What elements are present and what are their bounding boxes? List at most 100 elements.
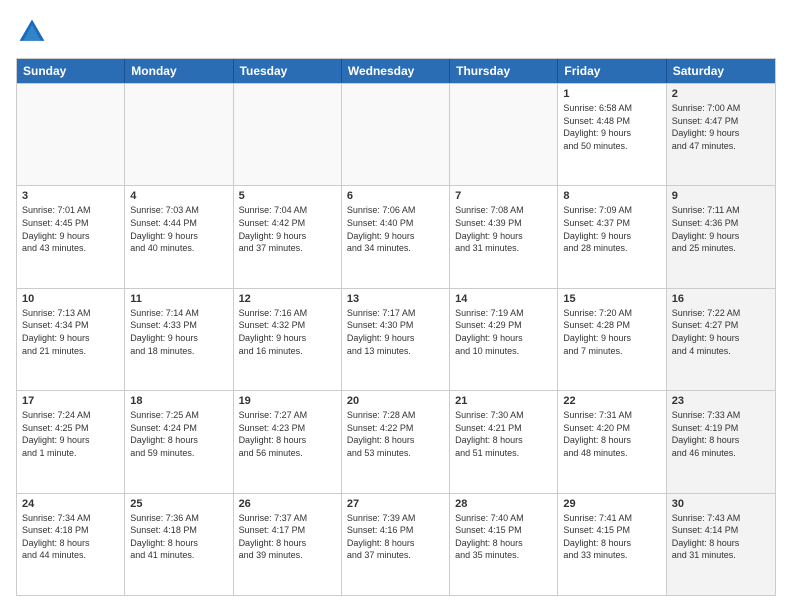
cell-info: Sunrise: 7:17 AM Sunset: 4:30 PM Dayligh… bbox=[347, 307, 444, 357]
cell-info: Sunrise: 7:16 AM Sunset: 4:32 PM Dayligh… bbox=[239, 307, 336, 357]
day-number: 29 bbox=[563, 498, 660, 510]
cell-info: Sunrise: 7:01 AM Sunset: 4:45 PM Dayligh… bbox=[22, 204, 119, 254]
cell-info: Sunrise: 7:24 AM Sunset: 4:25 PM Dayligh… bbox=[22, 409, 119, 459]
cal-header-cell: Saturday bbox=[667, 59, 775, 83]
cal-cell bbox=[342, 84, 450, 185]
cal-cell bbox=[17, 84, 125, 185]
cell-info: Sunrise: 7:40 AM Sunset: 4:15 PM Dayligh… bbox=[455, 512, 552, 562]
cell-info: Sunrise: 7:39 AM Sunset: 4:16 PM Dayligh… bbox=[347, 512, 444, 562]
cal-header-cell: Wednesday bbox=[342, 59, 450, 83]
cell-info: Sunrise: 7:43 AM Sunset: 4:14 PM Dayligh… bbox=[672, 512, 770, 562]
day-number: 23 bbox=[672, 395, 770, 407]
cal-cell: 3 Sunrise: 7:01 AM Sunset: 4:45 PM Daylig… bbox=[17, 186, 125, 287]
day-number: 25 bbox=[130, 498, 227, 510]
cell-info: Sunrise: 7:34 AM Sunset: 4:18 PM Dayligh… bbox=[22, 512, 119, 562]
cal-cell: 7Sunrise: 7:08 AM Sunset: 4:39 PM Daylig… bbox=[450, 186, 558, 287]
cell-info: Sunrise: 7:13 AM Sunset: 4:34 PM Dayligh… bbox=[22, 307, 119, 357]
day-number: 19 bbox=[239, 395, 336, 407]
cal-cell: 27 Sunrise: 7:39 AM Sunset: 4:16 PM Dayli… bbox=[342, 494, 450, 595]
cell-info: Sunrise: 7:27 AM Sunset: 4:23 PM Dayligh… bbox=[239, 409, 336, 459]
day-number: 18 bbox=[130, 395, 227, 407]
cal-cell bbox=[450, 84, 558, 185]
logo-icon bbox=[16, 16, 48, 48]
day-number: 4 bbox=[130, 190, 227, 202]
cal-cell: 8 Sunrise: 7:09 AM Sunset: 4:37 PM Daylig… bbox=[558, 186, 666, 287]
cal-row: 3 Sunrise: 7:01 AM Sunset: 4:45 PM Daylig… bbox=[17, 185, 775, 287]
day-number: 24 bbox=[22, 498, 119, 510]
day-number: 22 bbox=[563, 395, 660, 407]
cell-info: Sunrise: 7:09 AM Sunset: 4:37 PM Dayligh… bbox=[563, 204, 660, 254]
page: SundayMondayTuesdayWednesdayThursdayFrid… bbox=[0, 0, 792, 612]
cal-cell: 18 Sunrise: 7:25 AM Sunset: 4:24 PM Dayli… bbox=[125, 391, 233, 492]
cell-info: Sunrise: 7:31 AM Sunset: 4:20 PM Dayligh… bbox=[563, 409, 660, 459]
day-number: 21 bbox=[455, 395, 552, 407]
cal-cell: 30 Sunrise: 7:43 AM Sunset: 4:14 PM Dayli… bbox=[667, 494, 775, 595]
day-number: 10 bbox=[22, 293, 119, 305]
cal-cell: 23 Sunrise: 7:33 AM Sunset: 4:19 PM Dayli… bbox=[667, 391, 775, 492]
day-number: 8 bbox=[563, 190, 660, 202]
day-number: 11 bbox=[130, 293, 227, 305]
cal-cell: 16 Sunrise: 7:22 AM Sunset: 4:27 PM Dayli… bbox=[667, 289, 775, 390]
cell-info: Sunrise: 7:20 AM Sunset: 4:28 PM Dayligh… bbox=[563, 307, 660, 357]
cal-cell: 13 Sunrise: 7:17 AM Sunset: 4:30 PM Dayli… bbox=[342, 289, 450, 390]
cell-info: Sunrise: 7:30 AM Sunset: 4:21 PM Dayligh… bbox=[455, 409, 552, 459]
day-number: 30 bbox=[672, 498, 770, 510]
cal-cell: 25 Sunrise: 7:36 AM Sunset: 4:18 PM Dayli… bbox=[125, 494, 233, 595]
cal-cell: 12 Sunrise: 7:16 AM Sunset: 4:32 PM Dayli… bbox=[234, 289, 342, 390]
cal-header-cell: Tuesday bbox=[234, 59, 342, 83]
day-number: 16 bbox=[672, 293, 770, 305]
cal-row: 1 Sunrise: 6:58 AM Sunset: 4:48 PM Daylig… bbox=[17, 83, 775, 185]
cell-info: Sunrise: 7:06 AM Sunset: 4:40 PM Dayligh… bbox=[347, 204, 444, 254]
day-number: 1 bbox=[563, 88, 660, 100]
cal-cell: 11 Sunrise: 7:14 AM Sunset: 4:33 PM Dayli… bbox=[125, 289, 233, 390]
cal-cell: 20Sunrise: 7:28 AM Sunset: 4:22 PM Dayli… bbox=[342, 391, 450, 492]
cal-cell: 22 Sunrise: 7:31 AM Sunset: 4:20 PM Dayli… bbox=[558, 391, 666, 492]
cell-info: Sunrise: 7:03 AM Sunset: 4:44 PM Dayligh… bbox=[130, 204, 227, 254]
cell-info: Sunrise: 7:36 AM Sunset: 4:18 PM Dayligh… bbox=[130, 512, 227, 562]
cal-cell: 15Sunrise: 7:20 AM Sunset: 4:28 PM Dayli… bbox=[558, 289, 666, 390]
cal-cell: 28 Sunrise: 7:40 AM Sunset: 4:15 PM Dayli… bbox=[450, 494, 558, 595]
cell-info: Sunrise: 7:37 AM Sunset: 4:17 PM Dayligh… bbox=[239, 512, 336, 562]
cal-cell: 9 Sunrise: 7:11 AM Sunset: 4:36 PM Daylig… bbox=[667, 186, 775, 287]
cal-cell bbox=[125, 84, 233, 185]
cal-cell: 21 Sunrise: 7:30 AM Sunset: 4:21 PM Dayli… bbox=[450, 391, 558, 492]
day-number: 17 bbox=[22, 395, 119, 407]
day-number: 6 bbox=[347, 190, 444, 202]
day-number: 27 bbox=[347, 498, 444, 510]
cal-cell: 29 Sunrise: 7:41 AM Sunset: 4:15 PM Dayli… bbox=[558, 494, 666, 595]
calendar-body: 1 Sunrise: 6:58 AM Sunset: 4:48 PM Daylig… bbox=[17, 83, 775, 595]
cell-info: Sunrise: 7:22 AM Sunset: 4:27 PM Dayligh… bbox=[672, 307, 770, 357]
cal-cell: 24 Sunrise: 7:34 AM Sunset: 4:18 PM Dayli… bbox=[17, 494, 125, 595]
cal-cell bbox=[234, 84, 342, 185]
cell-info: Sunrise: 6:58 AM Sunset: 4:48 PM Dayligh… bbox=[563, 102, 660, 152]
cell-info: Sunrise: 7:19 AM Sunset: 4:29 PM Dayligh… bbox=[455, 307, 552, 357]
cal-cell: 10 Sunrise: 7:13 AM Sunset: 4:34 PM Dayli… bbox=[17, 289, 125, 390]
header bbox=[16, 16, 776, 48]
cell-info: Sunrise: 7:08 AM Sunset: 4:39 PM Dayligh… bbox=[455, 204, 552, 254]
cell-info: Sunrise: 7:14 AM Sunset: 4:33 PM Dayligh… bbox=[130, 307, 227, 357]
day-number: 9 bbox=[672, 190, 770, 202]
cal-cell: 14 Sunrise: 7:19 AM Sunset: 4:29 PM Dayli… bbox=[450, 289, 558, 390]
cal-cell: 4 Sunrise: 7:03 AM Sunset: 4:44 PM Daylig… bbox=[125, 186, 233, 287]
cell-info: Sunrise: 7:00 AM Sunset: 4:47 PM Dayligh… bbox=[672, 102, 770, 152]
cell-info: Sunrise: 7:33 AM Sunset: 4:19 PM Dayligh… bbox=[672, 409, 770, 459]
cal-header-cell: Thursday bbox=[450, 59, 558, 83]
cal-cell: 26Sunrise: 7:37 AM Sunset: 4:17 PM Dayli… bbox=[234, 494, 342, 595]
day-number: 28 bbox=[455, 498, 552, 510]
day-number: 13 bbox=[347, 293, 444, 305]
cell-info: Sunrise: 7:41 AM Sunset: 4:15 PM Dayligh… bbox=[563, 512, 660, 562]
day-number: 5 bbox=[239, 190, 336, 202]
day-number: 12 bbox=[239, 293, 336, 305]
day-number: 3 bbox=[22, 190, 119, 202]
calendar-header: SundayMondayTuesdayWednesdayThursdayFrid… bbox=[17, 59, 775, 83]
cal-cell: 19 Sunrise: 7:27 AM Sunset: 4:23 PM Dayli… bbox=[234, 391, 342, 492]
cell-info: Sunrise: 7:25 AM Sunset: 4:24 PM Dayligh… bbox=[130, 409, 227, 459]
day-number: 14 bbox=[455, 293, 552, 305]
day-number: 20 bbox=[347, 395, 444, 407]
cell-info: Sunrise: 7:11 AM Sunset: 4:36 PM Dayligh… bbox=[672, 204, 770, 254]
cal-header-cell: Monday bbox=[125, 59, 233, 83]
cal-header-cell: Friday bbox=[558, 59, 666, 83]
cal-cell: 6 Sunrise: 7:06 AM Sunset: 4:40 PM Daylig… bbox=[342, 186, 450, 287]
cal-row: 24 Sunrise: 7:34 AM Sunset: 4:18 PM Dayli… bbox=[17, 493, 775, 595]
cal-cell: 5Sunrise: 7:04 AM Sunset: 4:42 PM Daylig… bbox=[234, 186, 342, 287]
